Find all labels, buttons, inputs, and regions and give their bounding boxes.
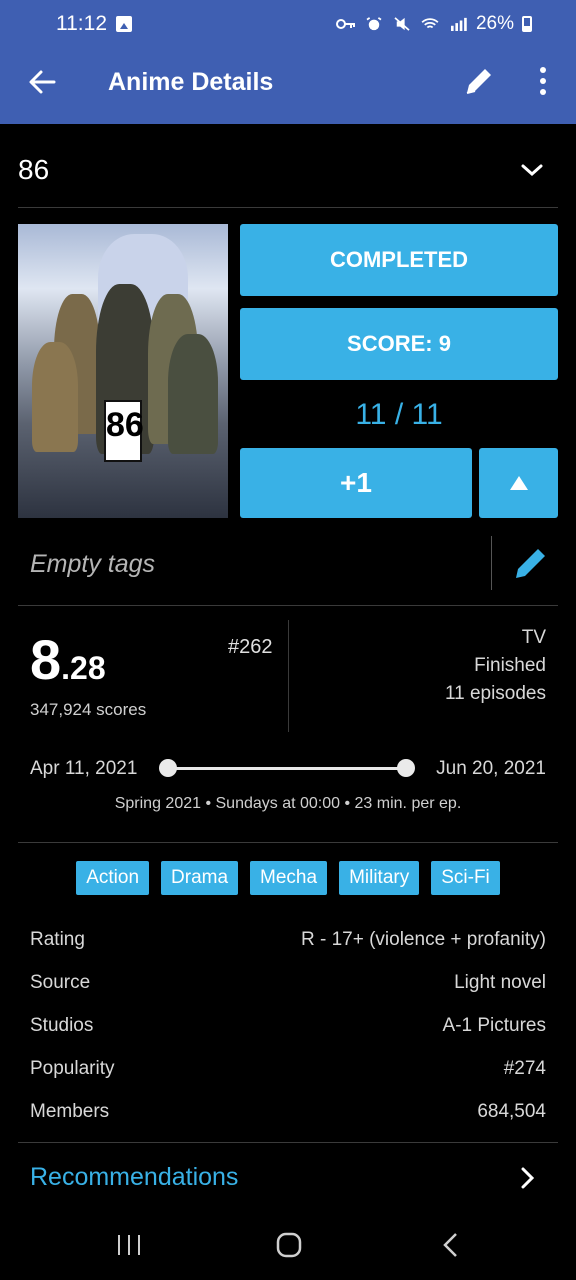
divider	[491, 536, 492, 590]
detail-key: Members	[30, 1100, 110, 1122]
detail-row: Rating R - 17+ (violence + profanity)	[30, 918, 546, 961]
status-button[interactable]: COMPLETED	[240, 224, 558, 296]
mean-score-dec: .28	[61, 650, 106, 686]
media-info: TV Finished 11 episodes	[445, 624, 546, 708]
score-button[interactable]: SCORE: 9	[240, 308, 558, 380]
detail-value: #274	[503, 1057, 546, 1079]
anime-poster[interactable]: 86	[18, 224, 228, 518]
episode-count: 11 episodes	[444, 683, 546, 704]
recommendations-label: Recommendations	[30, 1163, 239, 1191]
system-nav-bar	[0, 1210, 576, 1280]
battery-icon	[522, 16, 532, 32]
recent-apps-icon[interactable]	[114, 1230, 144, 1260]
detail-row: Studios A-1 Pictures	[30, 1004, 546, 1047]
detail-row: Source Light novel	[30, 961, 546, 1004]
back-icon[interactable]	[436, 1230, 466, 1260]
anime-title-row[interactable]: 86	[18, 126, 558, 208]
tags-placeholder: Empty tags	[30, 550, 156, 578]
season-info: Spring 2021 • Sundays at 00:00 • 23 min.…	[114, 795, 462, 812]
start-knob	[159, 759, 177, 777]
mean-score-int: 8	[30, 628, 62, 691]
detail-key: Source	[30, 971, 91, 993]
airing-dates: Apr 11, 2021 Jun 20, 2021	[18, 750, 558, 790]
triangle-up-icon	[509, 476, 528, 490]
tags-row: Empty tags	[18, 530, 558, 606]
genre-chip[interactable]: Mecha	[250, 861, 328, 895]
wifi-icon	[421, 18, 439, 29]
status-icons: 26%	[335, 13, 532, 35]
detail-value: 684,504	[477, 1100, 546, 1122]
media-type: TV	[521, 627, 546, 648]
chevron-down-icon[interactable]	[520, 158, 544, 182]
detail-key: Popularity	[30, 1057, 115, 1079]
app-bar: Anime Details	[0, 40, 576, 124]
recommendations-row[interactable]: Recommendations	[18, 1143, 558, 1209]
divider	[288, 620, 289, 732]
airing-status: Finished	[474, 655, 546, 676]
genre-chip[interactable]: Action	[76, 861, 150, 895]
detail-row: Members 684,504	[30, 1090, 546, 1133]
key-icon	[335, 19, 355, 29]
start-date: Apr 11, 2021	[30, 758, 138, 779]
detail-value: Light novel	[454, 971, 546, 993]
genre-chip[interactable]: Drama	[161, 861, 239, 895]
status-bar: 11:12 26%	[0, 0, 576, 40]
genre-chip[interactable]: Sci-Fi	[431, 861, 500, 895]
gallery-notification-icon	[116, 16, 132, 32]
scored-by: 347,924 scores	[30, 700, 147, 719]
anime-title: 86	[18, 154, 50, 185]
mean-score: 8.28	[30, 628, 106, 700]
rank: #262	[228, 636, 273, 658]
battery-percent: 26%	[475, 13, 514, 34]
genre-chips: Action Drama Mecha Military Sci-Fi	[18, 861, 558, 895]
increment-episode-button[interactable]: +1	[240, 448, 472, 518]
stats-section: 8.28 #262 347,924 scores TV Finished 11 …	[18, 606, 558, 736]
date-range-track	[168, 767, 406, 770]
chevron-right-icon	[521, 1167, 535, 1189]
end-knob	[397, 759, 415, 777]
signal-icon	[450, 17, 467, 31]
divider	[18, 842, 558, 843]
expand-up-button[interactable]	[479, 448, 558, 518]
detail-key: Studios	[30, 1014, 94, 1036]
edit-icon[interactable]	[462, 64, 496, 98]
edit-tags-icon[interactable]	[512, 544, 550, 582]
poster-figure	[168, 334, 218, 454]
poster-figure	[32, 342, 78, 452]
home-icon[interactable]	[274, 1230, 304, 1260]
alarm-icon	[366, 17, 382, 31]
end-date: Jun 20, 2021	[436, 758, 546, 779]
detail-row: Popularity #274	[30, 1047, 546, 1090]
more-options-icon[interactable]	[534, 64, 552, 98]
page-title: Anime Details	[108, 68, 274, 96]
episode-progress: 11 / 11	[355, 398, 443, 431]
details-list: Rating R - 17+ (violence + profanity) Sou…	[30, 918, 546, 1133]
detail-key: Rating	[30, 928, 85, 950]
status-time: 11:12	[56, 12, 107, 35]
detail-value: A-1 Pictures	[442, 1014, 546, 1036]
detail-value: R - 17+ (violence + profanity)	[300, 928, 546, 950]
poster-logo: 86	[104, 400, 144, 462]
back-arrow-icon[interactable]	[26, 66, 58, 98]
mute-icon	[394, 17, 410, 31]
genre-chip[interactable]: Military	[339, 861, 420, 895]
